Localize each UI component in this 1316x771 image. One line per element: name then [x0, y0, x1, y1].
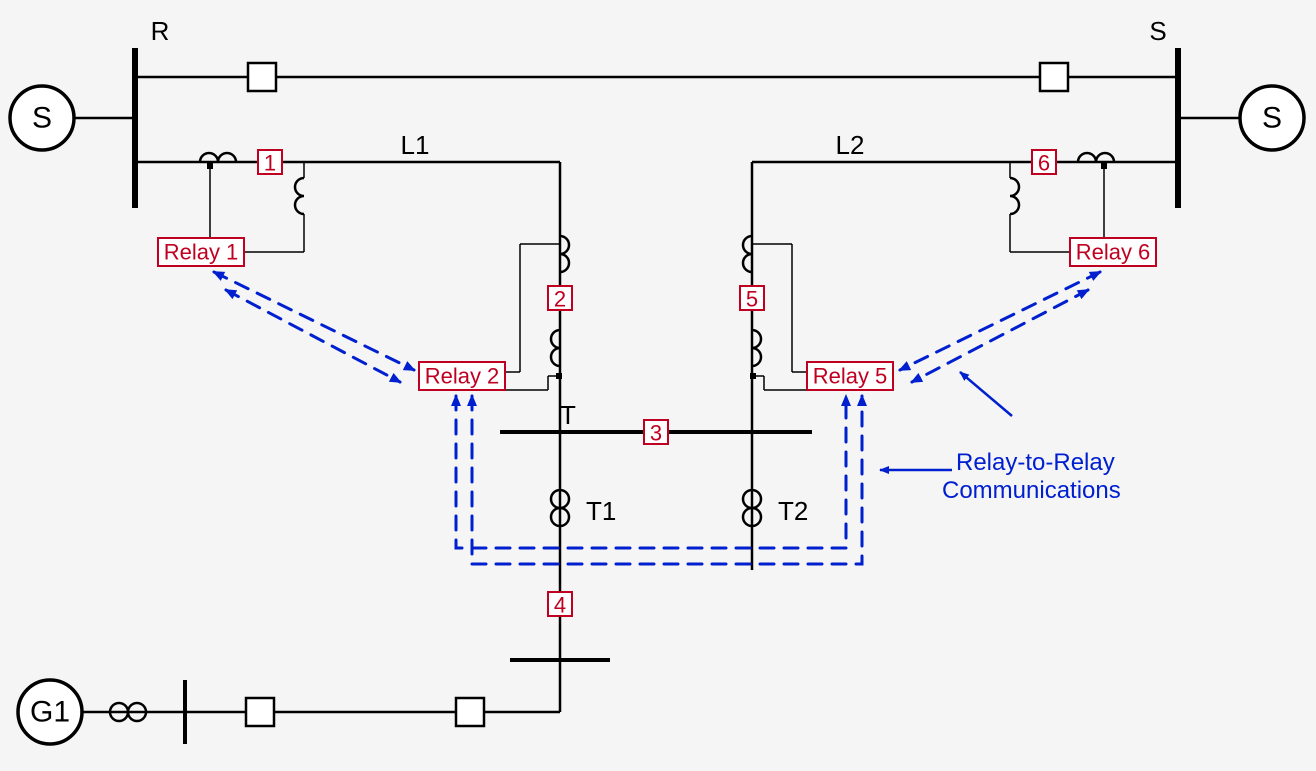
ct-l2-busS [1078, 153, 1114, 162]
pt-br5 [752, 330, 761, 366]
breaker-1-label: 1 [264, 151, 276, 176]
comm-r1-r2-b [226, 290, 400, 382]
breaker-6-label: 6 [1038, 151, 1050, 176]
line-l1-label: L1 [401, 130, 430, 160]
comm-r1-r2-a [214, 272, 414, 370]
breaker-3-label: 3 [650, 421, 662, 446]
t1-label: T1 [586, 496, 616, 526]
breaker-tie-right [1040, 63, 1068, 91]
source-right-label: S [1262, 102, 1282, 135]
relay-5-group [750, 244, 807, 390]
generator-g1-label: G1 [30, 696, 70, 729]
comm-r6-r5-b [912, 290, 1088, 382]
source-left-label: S [32, 102, 52, 135]
bus-s-label: S [1149, 16, 1166, 46]
breaker-2-label: 2 [554, 287, 566, 312]
breaker-4-label: 4 [554, 593, 566, 618]
line-l2-label: L2 [836, 130, 865, 160]
ct-br2 [560, 236, 569, 272]
breaker-gen-1 [246, 698, 274, 726]
breaker-5-label: 5 [746, 287, 758, 312]
relay-2-label: Relay 2 [425, 364, 500, 389]
ct-l1-busR [200, 153, 236, 162]
t2-label: T2 [778, 496, 808, 526]
annot-line2: Communications [942, 477, 1121, 504]
annot-arrow-1 [960, 372, 1012, 416]
breaker-gen-2 [456, 698, 484, 726]
pt-br2 [551, 330, 560, 366]
annot-line1: Relay-to-Relay [956, 449, 1115, 476]
comm-r6-r5-a [900, 272, 1100, 370]
relay-1-label: Relay 1 [164, 240, 239, 265]
ct-br5 [743, 236, 752, 272]
relay-2-group [505, 244, 562, 390]
relay-6-label: Relay 6 [1076, 240, 1151, 265]
breaker-tie-left [248, 63, 276, 91]
relay-5-label: Relay 5 [813, 364, 888, 389]
bus-r-label: R [151, 16, 170, 46]
bus-t-label: T [560, 400, 576, 430]
